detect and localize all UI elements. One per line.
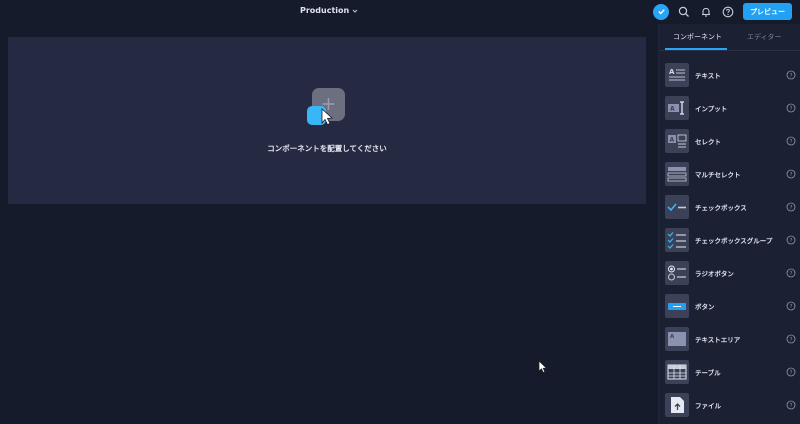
help-icon[interactable]: ? [786, 103, 796, 113]
multiselect-component-icon [665, 162, 689, 186]
search-icon[interactable] [677, 5, 691, 19]
component-item-text[interactable]: A テキスト ? [659, 61, 800, 89]
editor-canvas[interactable]: コンポーネントを配置してください [0, 24, 656, 424]
add-component-illustration-icon [307, 88, 345, 126]
component-label: ラジオボタン [695, 270, 734, 278]
component-label: マルチセレクト [695, 171, 741, 179]
svg-text:?: ? [790, 403, 793, 409]
component-label: テキストエリア [695, 336, 741, 344]
top-bar: Production プレビュー [0, 0, 800, 24]
help-icon[interactable]: ? [786, 400, 796, 410]
radio-component-icon [665, 261, 689, 285]
environment-selector[interactable]: Production [300, 6, 358, 15]
help-icon[interactable]: ? [786, 301, 796, 311]
help-icon[interactable]: ? [786, 268, 796, 278]
help-icon[interactable]: ? [786, 169, 796, 179]
chevron-down-icon [352, 9, 358, 13]
component-item-file[interactable]: ファイル ? [659, 391, 800, 419]
component-item-table[interactable]: テーブル ? [659, 358, 800, 386]
svg-text:A: A [670, 334, 675, 340]
component-item-checkbox[interactable]: チェックボックス ? [659, 193, 800, 221]
component-drop-zone[interactable]: コンポーネントを配置してください [8, 37, 646, 204]
component-label: ファイル [695, 402, 721, 410]
svg-text:?: ? [790, 106, 793, 112]
check-icon[interactable] [653, 3, 669, 20]
svg-text:?: ? [790, 172, 793, 178]
svg-text:?: ? [790, 238, 793, 244]
component-item-checkbox-group[interactable]: チェックボックスグループ ? [659, 226, 800, 254]
svg-text:?: ? [790, 73, 793, 79]
component-label: インプット [695, 105, 728, 113]
svg-text:A: A [670, 106, 675, 113]
component-label: テーブル [695, 369, 721, 377]
select-component-icon: A [665, 129, 689, 153]
svg-text:?: ? [790, 370, 793, 376]
file-component-icon [665, 393, 689, 417]
component-item-input[interactable]: A インプット ? [659, 94, 800, 122]
component-item-textarea[interactable]: A テキストエリア ? [659, 325, 800, 353]
component-label: チェックボックスグループ [695, 237, 773, 245]
tab-components[interactable]: コンポーネント [673, 32, 722, 42]
bell-icon[interactable] [699, 5, 713, 19]
panel-tabs: コンポーネント エディター [659, 24, 800, 51]
help-icon[interactable]: ? [786, 70, 796, 80]
svg-text:?: ? [790, 304, 793, 310]
svg-text:?: ? [790, 139, 793, 145]
mouse-pointer-icon [538, 360, 548, 373]
help-icon[interactable]: ? [786, 334, 796, 344]
active-tab-indicator [665, 48, 727, 50]
help-icon[interactable]: ? [786, 367, 796, 377]
placeholder-message: コンポーネントを配置してください [267, 144, 387, 153]
help-icon[interactable]: ? [786, 136, 796, 146]
svg-text:?: ? [790, 205, 793, 211]
button-component-icon [665, 294, 689, 318]
checkbox-group-component-icon [665, 228, 689, 252]
component-item-radio[interactable]: ラジオボタン ? [659, 259, 800, 287]
empty-placeholder: コンポーネントを配置してください [8, 37, 646, 204]
help-icon[interactable]: ? [786, 202, 796, 212]
component-item-multiselect[interactable]: マルチセレクト ? [659, 160, 800, 188]
component-label: セレクト [695, 138, 721, 146]
preview-button[interactable]: プレビュー [743, 3, 792, 20]
text-component-icon: A [665, 63, 689, 87]
component-item-button[interactable]: ボタン ? [659, 292, 800, 320]
help-icon[interactable]: ? [786, 235, 796, 245]
svg-text:?: ? [790, 271, 793, 277]
textarea-component-icon: A [665, 327, 689, 351]
help-icon[interactable] [721, 5, 735, 19]
input-component-icon: A [665, 96, 689, 120]
component-label: チェックボックス [695, 204, 747, 212]
svg-text:A: A [670, 137, 675, 144]
svg-text:A: A [669, 68, 675, 76]
component-label: ボタン [695, 303, 715, 311]
svg-text:?: ? [790, 337, 793, 343]
table-component-icon [665, 360, 689, 384]
tab-editor[interactable]: エディター [747, 32, 782, 42]
component-label: テキスト [695, 72, 721, 80]
component-panel: コンポーネント エディター A テキスト ? A インプット ? A セレクト … [658, 24, 800, 424]
checkbox-component-icon [665, 195, 689, 219]
component-item-select[interactable]: A セレクト ? [659, 127, 800, 155]
environment-label: Production [300, 6, 350, 15]
